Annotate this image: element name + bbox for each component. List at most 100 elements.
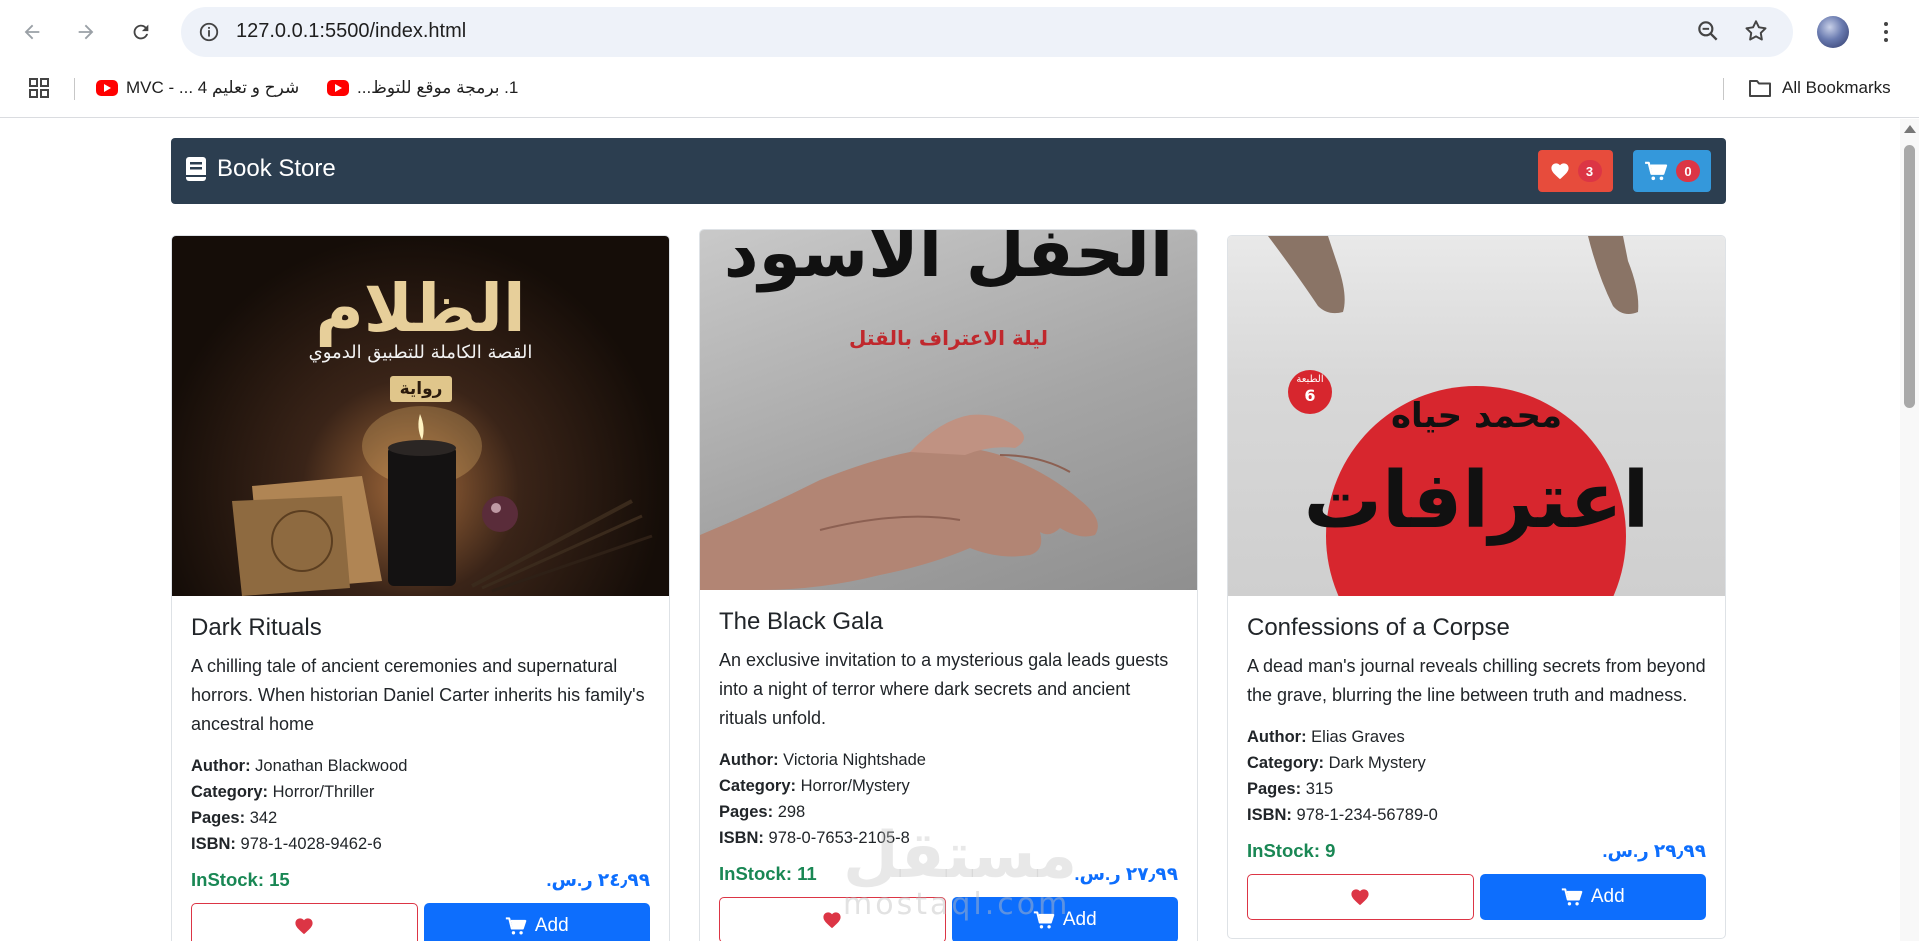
- stock-status: InStock: 15: [191, 869, 290, 890]
- add-to-favorites-button[interactable]: [191, 903, 418, 941]
- stock-status: InStock: 9: [1247, 840, 1336, 861]
- youtube-icon: [327, 80, 349, 96]
- book-author: Elias Graves: [1311, 728, 1405, 746]
- reload-icon: [133, 24, 149, 40]
- cover-author: محمد حياه: [1390, 396, 1563, 436]
- card-actions: Add: [191, 903, 650, 941]
- profile-avatar[interactable]: [1817, 16, 1849, 48]
- scroll-up-arrow-icon[interactable]: [1904, 125, 1916, 133]
- folder-icon: [1749, 80, 1771, 97]
- add-to-favorites-button[interactable]: [719, 897, 946, 941]
- book-title: Confessions of a Corpse: [1247, 614, 1510, 641]
- add-to-cart-button[interactable]: Add: [423, 903, 650, 941]
- url-text[interactable]: 127.0.0.1:5500/index.html: [236, 20, 466, 43]
- book-isbn: 978-0-7653-2105-8: [768, 829, 910, 847]
- browser-chrome: 127.0.0.1:5500/index.html شرح و تعليم 4 …: [0, 0, 1919, 118]
- page-scrollbar[interactable]: [1900, 119, 1919, 941]
- card-body: Confessions of a Corpse A dead man's jou…: [1228, 596, 1725, 938]
- cover-subtitle: ليلة الاعتراف بالقتل: [849, 326, 1048, 350]
- book-title: The Black Gala: [719, 608, 884, 635]
- card-actions: Add: [1247, 874, 1706, 920]
- bookmarks-divider: [1723, 78, 1724, 100]
- isbn-label: ISBN:: [1247, 806, 1292, 824]
- zoom-icon[interactable]: [1695, 18, 1723, 46]
- book-card: الظلام القصة الكاملة للتطبيق الدموي رواي…: [171, 235, 670, 941]
- edition-label: الطبعة: [1296, 374, 1324, 385]
- add-button-label: Add: [1062, 909, 1097, 930]
- category-label: Category:: [1247, 754, 1325, 772]
- address-bar[interactable]: 127.0.0.1:5500/index.html: [181, 7, 1793, 57]
- book-description: An exclusive invitation to a mysterious …: [719, 650, 1169, 728]
- site-info-icon[interactable]: [195, 18, 223, 46]
- card-actions: Add: [719, 897, 1178, 941]
- cover-title: الظلام: [315, 270, 526, 347]
- cart-icon: [1645, 161, 1668, 181]
- scrollbar-thumb[interactable]: [1904, 145, 1915, 408]
- brand[interactable]: Book Store: [185, 155, 336, 183]
- stock-status: InStock: 11: [719, 863, 817, 884]
- cart-button[interactable]: 0: [1633, 150, 1711, 192]
- pages-label: Pages:: [719, 803, 774, 821]
- all-bookmarks-button[interactable]: All Bookmarks: [1748, 74, 1891, 102]
- author-label: Author:: [1247, 728, 1307, 746]
- back-button[interactable]: [14, 14, 50, 50]
- stock-price-row: InStock: 9 ٢٩٫٩٩ ر.س.: [1247, 840, 1706, 862]
- book-price: ٢٩٫٩٩ ر.س.: [1602, 840, 1706, 861]
- browser-toolbar: 127.0.0.1:5500/index.html: [0, 0, 1919, 63]
- book-meta: Author: Elias Graves Category: Dark Myst…: [1247, 724, 1706, 828]
- cart-plus-icon: [1561, 888, 1583, 906]
- add-button-label: Add: [534, 915, 569, 936]
- category-label: Category:: [719, 777, 797, 795]
- book-isbn: 978-1-234-56789-0: [1296, 806, 1438, 824]
- card-body: The Black Gala An exclusive invitation t…: [700, 590, 1197, 941]
- forward-button[interactable]: [68, 14, 104, 50]
- heart-icon: [295, 918, 313, 935]
- bookmark-item-jobs[interactable]: 1. برمجة موقع للتوظ...: [327, 74, 518, 102]
- bookmarks-bar: شرح و تعليم 4 ... - MVC 1. برمجة موقع لل…: [0, 70, 1919, 106]
- book-cover-image: الظلام القصة الكاملة للتطبيق الدموي رواي…: [172, 236, 669, 596]
- cover-title: اعترافات: [1303, 456, 1650, 546]
- book-pages: 298: [777, 803, 806, 821]
- favorites-button[interactable]: 3: [1538, 150, 1613, 192]
- browser-menu-icon[interactable]: [1874, 16, 1898, 48]
- isbn-label: ISBN:: [719, 829, 764, 847]
- heart-icon: [823, 912, 841, 929]
- bookmark-label: شرح و تعليم 4 ... - MVC: [126, 78, 300, 97]
- book-author: Victoria Nightshade: [783, 751, 926, 769]
- page-viewport: Book Store 3 0 الظلام القصة الكاملة للتط…: [0, 119, 1900, 941]
- bookmark-label: 1. برمجة موقع للتوظ...: [357, 78, 519, 97]
- bookmark-star-icon[interactable]: [1743, 18, 1771, 46]
- book-cover-image: الحفل الأسود ليلة الاعتراف بالقتل: [700, 230, 1197, 590]
- book-price: ٢٤٫٩٩ ر.س.: [546, 869, 650, 890]
- book-meta: Author: Jonathan Blackwood Category: Hor…: [191, 753, 650, 857]
- add-to-favorites-button[interactable]: [1247, 874, 1474, 920]
- heart-icon: [1550, 163, 1569, 180]
- cart-plus-icon: [1033, 911, 1055, 929]
- book-meta: Author: Victoria Nightshade Category: Ho…: [719, 747, 1178, 851]
- store-navbar: Book Store 3 0: [171, 138, 1726, 204]
- book-cover-image: الطبعة 6 محمد حياه اعترافات: [1228, 236, 1725, 596]
- author-label: Author:: [191, 757, 251, 775]
- apps-grid-icon[interactable]: [27, 76, 51, 100]
- pages-label: Pages:: [1247, 780, 1302, 798]
- cart-count-badge: 0: [1676, 160, 1700, 182]
- book-author: Jonathan Blackwood: [255, 757, 408, 775]
- reload-button[interactable]: [123, 14, 159, 50]
- add-to-cart-button[interactable]: Add: [1479, 874, 1706, 920]
- book-isbn: 978-1-4028-9462-6: [240, 835, 382, 853]
- favorites-count-badge: 3: [1577, 160, 1602, 182]
- book-description: A dead man's journal reveals chilling se…: [1247, 656, 1706, 705]
- add-to-cart-button[interactable]: Add: [951, 897, 1178, 941]
- card-body: Dark Rituals A chilling tale of ancient …: [172, 596, 669, 941]
- candle-scene-image: [232, 406, 653, 596]
- cover-subtitle: القصة الكاملة للتطبيق الدموي: [308, 342, 533, 363]
- book-icon: [186, 157, 206, 181]
- book-category: Dark Mystery: [1328, 754, 1426, 772]
- book-category: Horror/Mystery: [800, 777, 910, 795]
- pages-label: Pages:: [191, 809, 246, 827]
- bookmark-item-mvc[interactable]: شرح و تعليم 4 ... - MVC: [96, 74, 299, 102]
- youtube-icon: [96, 80, 118, 96]
- book-description: A chilling tale of ancient ceremonies an…: [191, 656, 645, 734]
- stock-price-row: InStock: 15 ٢٤٫٩٩ ر.س.: [191, 869, 650, 891]
- all-bookmarks-label: All Bookmarks: [1782, 78, 1891, 97]
